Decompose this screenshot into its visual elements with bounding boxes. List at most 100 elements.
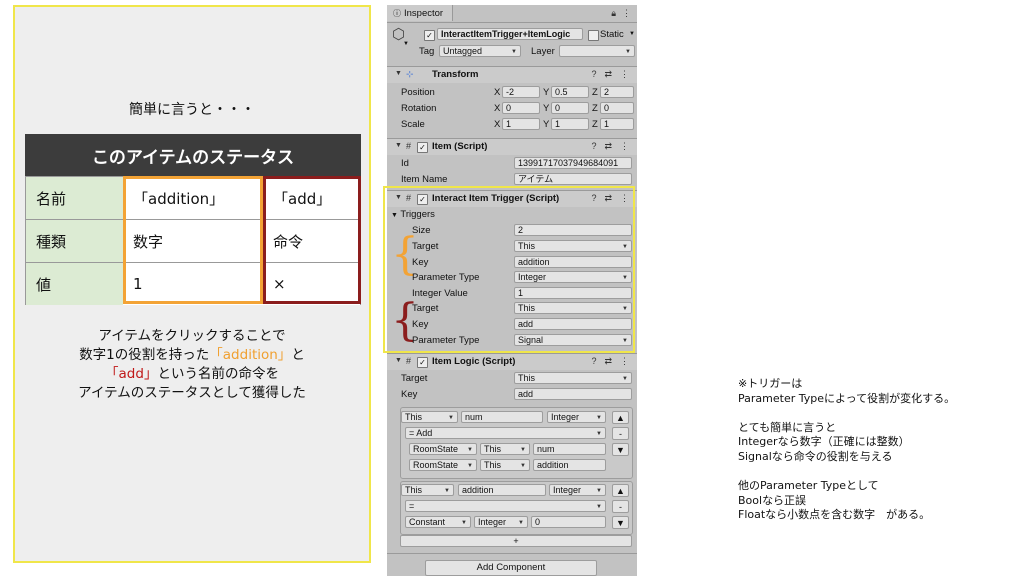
remove-button[interactable]: -	[612, 427, 629, 440]
scale-x-field[interactable]: 1	[502, 118, 540, 130]
menu-icon[interactable]: ⋮	[620, 69, 629, 80]
operand-type-dropdown[interactable]: Integer	[547, 411, 606, 423]
static-dropdown-icon[interactable]: ▼	[629, 31, 635, 37]
rotation-z-field[interactable]: 0	[600, 102, 634, 114]
source-target-dropdown[interactable]: This	[480, 459, 530, 471]
scale-z-field[interactable]: 1	[600, 118, 634, 130]
move-down-button[interactable]: ▼	[612, 516, 629, 529]
triggers-foldout[interactable]: ▼ Triggers	[391, 209, 435, 220]
component-enabled-checkbox[interactable]: ✓	[417, 357, 428, 368]
layer-dropdown[interactable]	[559, 45, 635, 57]
inspector-window: ⓘ Inspector 🔒︎ ⋮ ⬡ ▼ ✓ InteractItemTrigg…	[387, 5, 637, 576]
parameter-type-dropdown[interactable]: Signal	[514, 334, 632, 346]
object-active-checkbox[interactable]: ✓	[424, 30, 435, 41]
axis-x-label: X	[494, 103, 501, 114]
component-enabled-checkbox[interactable]: ✓	[417, 142, 428, 153]
move-down-button[interactable]: ▼	[612, 443, 629, 456]
menu-icon[interactable]: ⋮	[620, 141, 629, 152]
transform-header[interactable]: ▼ ⊹ Transform ? ⇄ ⋮	[387, 66, 637, 83]
explain-line-1: アイテムをクリックすることで	[98, 328, 286, 344]
operand-target-dropdown[interactable]: This	[401, 484, 454, 496]
constant-value-field[interactable]: 0	[531, 516, 606, 528]
integer-value-field[interactable]: 1	[514, 287, 632, 299]
source-key-field[interactable]: num	[533, 443, 606, 455]
explain-text: 数字1の役割を持った	[79, 347, 210, 363]
preset-icon[interactable]: ⇄	[604, 141, 612, 152]
preset-icon[interactable]: ⇄	[604, 69, 612, 80]
move-up-button[interactable]: ▲	[612, 484, 629, 497]
status-table: このアイテムのステータス 名前 「addition」 「add」 種類 数字 命…	[25, 134, 361, 305]
fold-arrow-icon[interactable]: ▼	[395, 357, 402, 364]
target-label: Target	[412, 241, 439, 252]
dropdown-arrow-icon[interactable]: ▼	[403, 41, 409, 47]
tab-inspector[interactable]: ⓘ Inspector	[387, 5, 453, 21]
lock-icon[interactable]: 🔒︎	[611, 8, 616, 19]
rotation-x-field[interactable]: 0	[502, 102, 540, 114]
row-label-name: 名前	[25, 177, 123, 219]
operand-key-field[interactable]: num	[461, 411, 543, 423]
scale-y-field[interactable]: 1	[551, 118, 589, 130]
trigger-script-header[interactable]: ▼ # ✓ Interact Item Trigger (Script) ? ⇄ ⋮	[387, 190, 637, 207]
note-line: ※トリガーは	[738, 377, 803, 390]
row-label-value: 値	[25, 263, 123, 305]
target-dropdown[interactable]: This	[514, 302, 632, 314]
remove-button[interactable]: -	[612, 500, 629, 513]
divider	[387, 553, 637, 554]
key-field[interactable]: addition	[514, 256, 632, 268]
operand-key-field[interactable]: addition	[458, 484, 546, 496]
key-field[interactable]: add	[514, 388, 632, 400]
rotation-y-field[interactable]: 0	[551, 102, 589, 114]
add-logic-button[interactable]: +	[400, 535, 632, 547]
orange-brace: {	[391, 229, 419, 280]
menu-icon[interactable]: ⋮	[620, 193, 629, 204]
object-name-field[interactable]: InteractItemTrigger+ItemLogic	[437, 28, 583, 40]
source-type-dropdown[interactable]: Integer	[474, 516, 528, 528]
menu-icon[interactable]: ⋮	[622, 8, 631, 19]
fold-arrow-icon[interactable]: ▼	[395, 194, 402, 201]
source-key-field[interactable]: addition	[533, 459, 606, 471]
source-target-dropdown[interactable]: This	[480, 443, 530, 455]
target-dropdown[interactable]: This	[514, 240, 632, 252]
help-icon[interactable]: ?	[591, 356, 596, 367]
id-field[interactable]: 13991717037949684091	[514, 157, 632, 169]
note-spacer: ​	[738, 406, 955, 421]
tab-tools: 🔒︎ ⋮	[611, 8, 631, 19]
axis-x-label: X	[494, 119, 501, 130]
explain-text: と	[291, 347, 305, 363]
fold-arrow-icon[interactable]: ▼	[395, 70, 402, 77]
component-enabled-checkbox[interactable]: ✓	[417, 194, 428, 205]
script-icon: #	[406, 141, 412, 151]
position-y-field[interactable]: 0.5	[551, 86, 589, 98]
target-dropdown[interactable]: This	[514, 372, 632, 384]
key-label: Key	[412, 319, 429, 330]
help-icon[interactable]: ?	[591, 69, 596, 80]
preset-icon[interactable]: ⇄	[604, 193, 612, 204]
parameter-type-dropdown[interactable]: Integer	[514, 271, 632, 283]
logic-script-header[interactable]: ▼ # ✓ Item Logic (Script) ? ⇄ ⋮	[387, 353, 637, 370]
help-icon[interactable]: ?	[591, 193, 596, 204]
tag-dropdown[interactable]: Untagged	[439, 45, 521, 57]
fold-arrow-icon[interactable]: ▼	[395, 142, 402, 149]
component-tools: ? ⇄ ⋮	[591, 356, 629, 367]
menu-icon[interactable]: ⋮	[620, 356, 629, 367]
operand-target-dropdown[interactable]: This	[401, 411, 458, 423]
operator-dropdown[interactable]: =	[405, 500, 606, 512]
item-name-field[interactable]: アイテム	[514, 173, 632, 185]
static-checkbox[interactable]	[588, 30, 599, 41]
script-icon: #	[406, 356, 412, 366]
source-dropdown[interactable]: RoomState	[409, 443, 477, 455]
help-icon[interactable]: ?	[591, 141, 596, 152]
move-up-button[interactable]: ▲	[612, 411, 629, 424]
source-dropdown[interactable]: Constant	[405, 516, 471, 528]
position-x-field[interactable]: -2	[502, 86, 540, 98]
add-component-button[interactable]: Add Component	[425, 560, 597, 576]
key-field[interactable]: add	[514, 318, 632, 330]
item-script-header[interactable]: ▼ # ✓ Item (Script) ? ⇄ ⋮	[387, 138, 637, 155]
position-z-field[interactable]: 2	[600, 86, 634, 98]
operand-type-dropdown[interactable]: Integer	[549, 484, 606, 496]
static-label: Static	[600, 29, 624, 40]
size-field[interactable]: 2	[514, 224, 632, 236]
preset-icon[interactable]: ⇄	[604, 356, 612, 367]
source-dropdown[interactable]: RoomState	[409, 459, 477, 471]
operator-dropdown[interactable]: = Add	[405, 427, 606, 439]
